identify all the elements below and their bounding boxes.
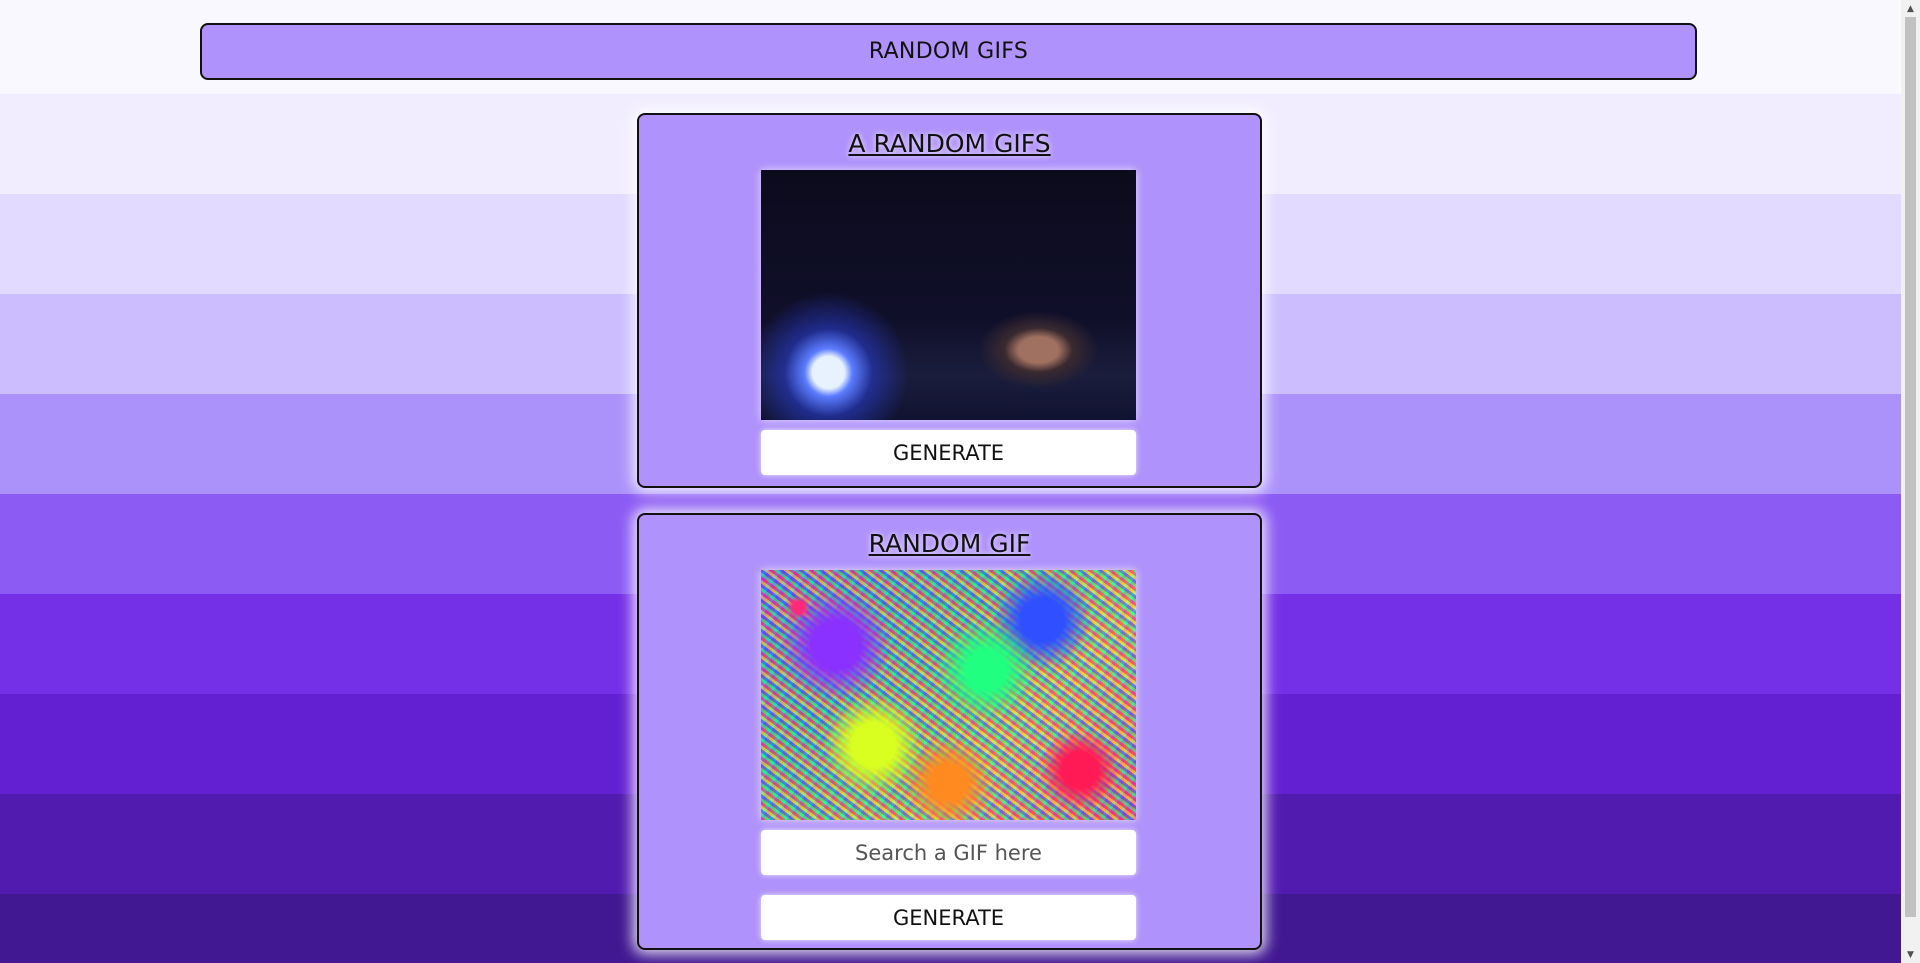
gif-search-input[interactable] bbox=[761, 830, 1136, 875]
random-gif-image bbox=[761, 170, 1136, 420]
random-gif-card: A RANDOM GIFS GENERATE bbox=[637, 113, 1262, 488]
page: RANDOM GIFS A RANDOM GIFS GENERATE RANDO… bbox=[0, 0, 1920, 963]
tag-gif-image bbox=[761, 570, 1136, 820]
page-header: RANDOM GIFS bbox=[200, 23, 1697, 80]
random-gif-card-title: A RANDOM GIFS bbox=[848, 129, 1051, 158]
random-generate-button[interactable]: GENERATE bbox=[761, 430, 1136, 475]
tag-gif-card-title: RANDOM GIF bbox=[868, 529, 1031, 558]
page-title: RANDOM GIFS bbox=[868, 39, 1029, 64]
vertical-scrollbar[interactable]: ▲ ▼ bbox=[1901, 0, 1920, 963]
scroll-down-arrow-icon[interactable]: ▼ bbox=[1901, 946, 1920, 963]
tag-gif-card: RANDOM GIF GENERATE bbox=[637, 513, 1262, 950]
scroll-up-arrow-icon[interactable]: ▲ bbox=[1901, 0, 1920, 17]
tag-generate-button[interactable]: GENERATE bbox=[761, 895, 1136, 940]
scrollbar-thumb[interactable] bbox=[1905, 17, 1916, 917]
